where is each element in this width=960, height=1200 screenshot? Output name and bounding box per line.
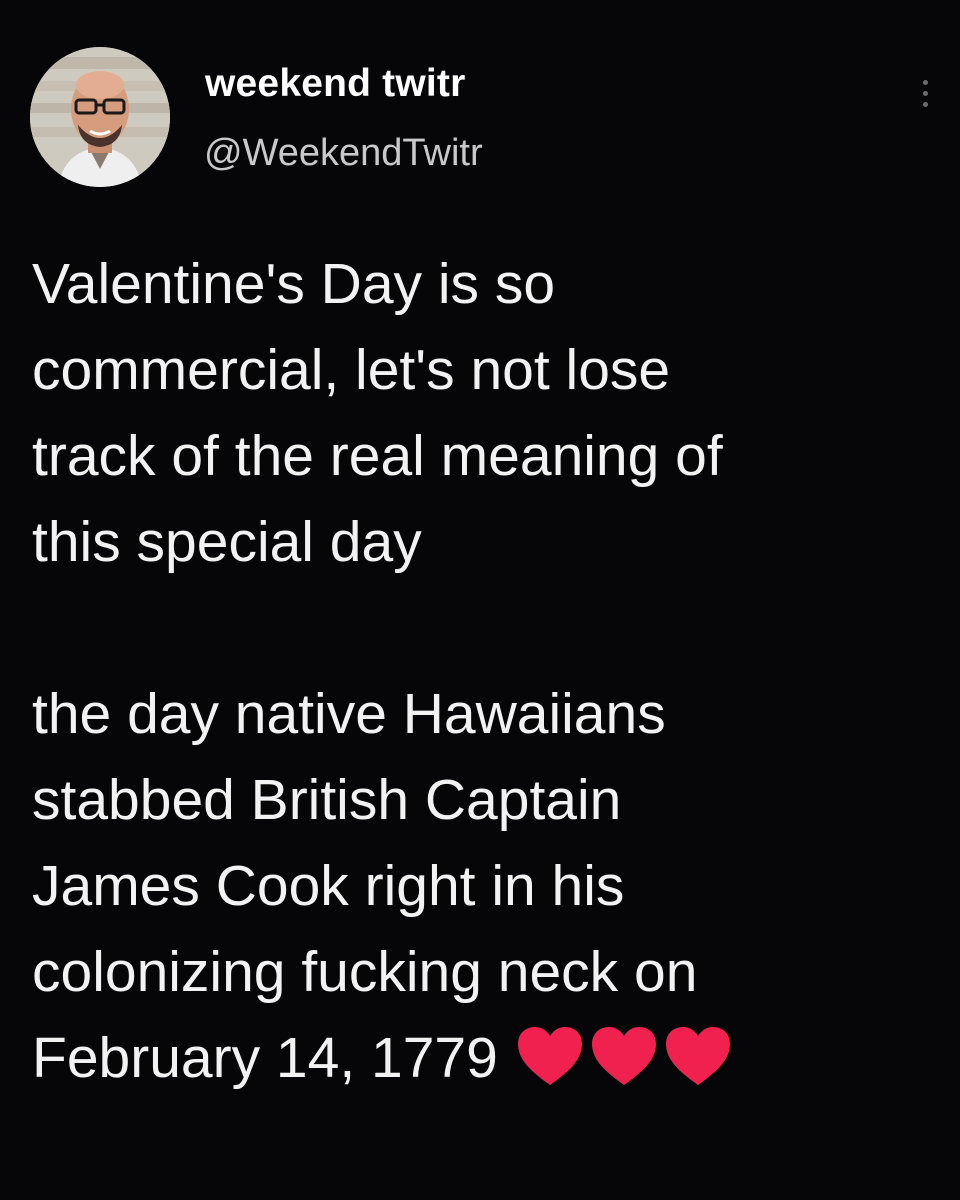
tweet-card: weekend twitr @WeekendTwitr Valentine's … [0,0,960,1200]
tweet-body-text: Valentine's Day is so commercial, let's … [32,252,723,1090]
author-avatar[interactable] [30,47,170,187]
red-heart-icon [664,1025,732,1089]
author-handle[interactable]: @WeekendTwitr [204,132,483,175]
author-display-name[interactable]: weekend twitr [205,62,466,106]
red-heart-icon [590,1025,658,1089]
tweet-text: Valentine's Day is so commercial, let's … [32,241,947,1113]
bald-man-avatar-icon [30,47,170,187]
vertical-ellipsis-icon[interactable] [912,74,940,114]
heart-emoji-group [516,1025,738,1113]
red-heart-icon [516,1025,584,1089]
